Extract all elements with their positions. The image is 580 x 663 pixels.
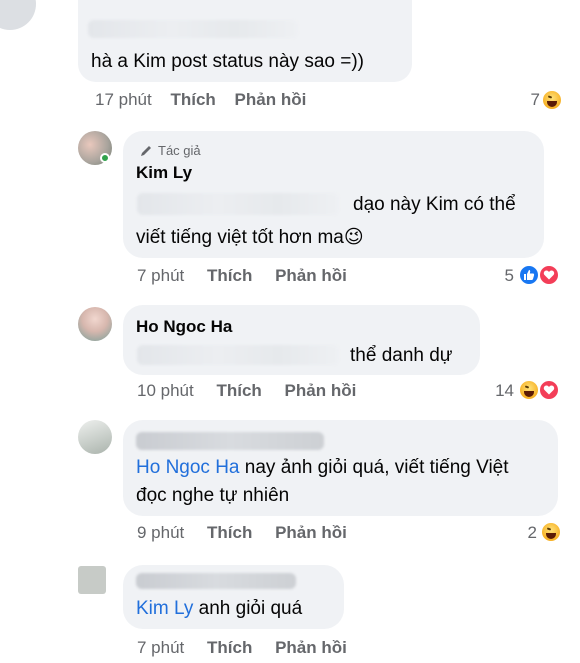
comment-bubble: Ho Ngoc Ha nay ảnh giỏi quá, viết tiếng … (123, 420, 558, 516)
reply-button[interactable]: Phản hồi (275, 266, 347, 285)
comment-meta: 17 phút Thích Phản hồi (95, 90, 306, 110)
comment-meta: 7 phút Thích Phản hồi (137, 638, 347, 658)
blurred-text (137, 345, 339, 365)
like-button[interactable]: Thích (207, 523, 252, 542)
avatar[interactable] (78, 307, 112, 341)
comment-time[interactable]: 7 phút (137, 266, 184, 285)
blurred-commenter-name (136, 573, 296, 589)
comment-time[interactable]: 17 phút (95, 90, 152, 109)
haha-reaction-icon (518, 379, 540, 401)
comment-text: hà a Kim post status này sao =)) (91, 51, 364, 72)
haha-reaction-icon (540, 521, 562, 543)
online-status-dot (100, 153, 110, 163)
reply-button[interactable]: Phản hồi (285, 381, 357, 400)
wink-emoji: 😉 (343, 227, 364, 248)
comment-meta: 10 phút Thích Phản hồi (137, 381, 356, 401)
mention-link[interactable]: Kim Ly (136, 598, 193, 619)
like-button[interactable]: Thích (207, 638, 252, 657)
love-reaction-icon (538, 264, 560, 286)
comment-bubble: Ho Ngoc Ha thể danh dự (123, 305, 480, 375)
comment-time[interactable]: 9 phút (137, 523, 184, 542)
comment-bubble: hà a Kim post status này sao =)) (78, 0, 412, 82)
avatar[interactable] (78, 420, 112, 454)
comment-text-line-2: đọc nghe tự nhiên (136, 485, 290, 506)
commenter-name[interactable]: Ho Ngoc Ha (136, 317, 232, 337)
reply-button[interactable]: Phản hồi (275, 523, 347, 542)
mention-link[interactable]: Ho Ngoc Ha (136, 457, 240, 478)
like-button[interactable]: Thích (170, 90, 215, 109)
reaction-count[interactable]: 7 (510, 90, 540, 110)
pencil-icon (139, 144, 153, 163)
reply-button[interactable]: Phản hồi (275, 638, 347, 657)
comment-time[interactable]: 7 phút (137, 638, 184, 657)
commenter-name[interactable]: Kim Ly (136, 163, 192, 183)
like-button[interactable]: Thích (207, 266, 252, 285)
comment-bubble: Kim Ly anh giỏi quá (123, 565, 344, 629)
avatar[interactable] (0, 0, 36, 30)
comment-text-line-2: viết tiếng việt tốt hơn ma😉 (136, 227, 364, 248)
comment-text: thể danh dự (350, 345, 453, 366)
blurred-commenter-name (88, 20, 298, 38)
reply-button[interactable]: Phản hồi (235, 90, 307, 109)
love-reaction-icon (538, 379, 560, 401)
reaction-count[interactable]: 14 (482, 381, 514, 401)
comment-bubble: Tác giả Kim Ly dạo này Kim có thể viết t… (123, 131, 544, 258)
comment-time[interactable]: 10 phút (137, 381, 194, 400)
comment-text-line-1: dạo này Kim có thể (353, 194, 516, 215)
comment-meta: 7 phút Thích Phản hồi (137, 266, 347, 286)
reaction-count[interactable]: 5 (490, 266, 514, 286)
like-reaction-icon (518, 264, 540, 286)
author-badge: Tác giả (158, 143, 201, 158)
haha-reaction-icon (541, 89, 563, 111)
reaction-count[interactable]: 2 (515, 523, 537, 543)
blurred-commenter-name (136, 432, 324, 450)
blurred-mention (137, 193, 339, 215)
comment-meta: 9 phút Thích Phản hồi (137, 523, 347, 543)
avatar[interactable] (78, 566, 106, 594)
comment-text: Kim Ly anh giỏi quá (136, 598, 303, 619)
like-button[interactable]: Thích (216, 381, 261, 400)
